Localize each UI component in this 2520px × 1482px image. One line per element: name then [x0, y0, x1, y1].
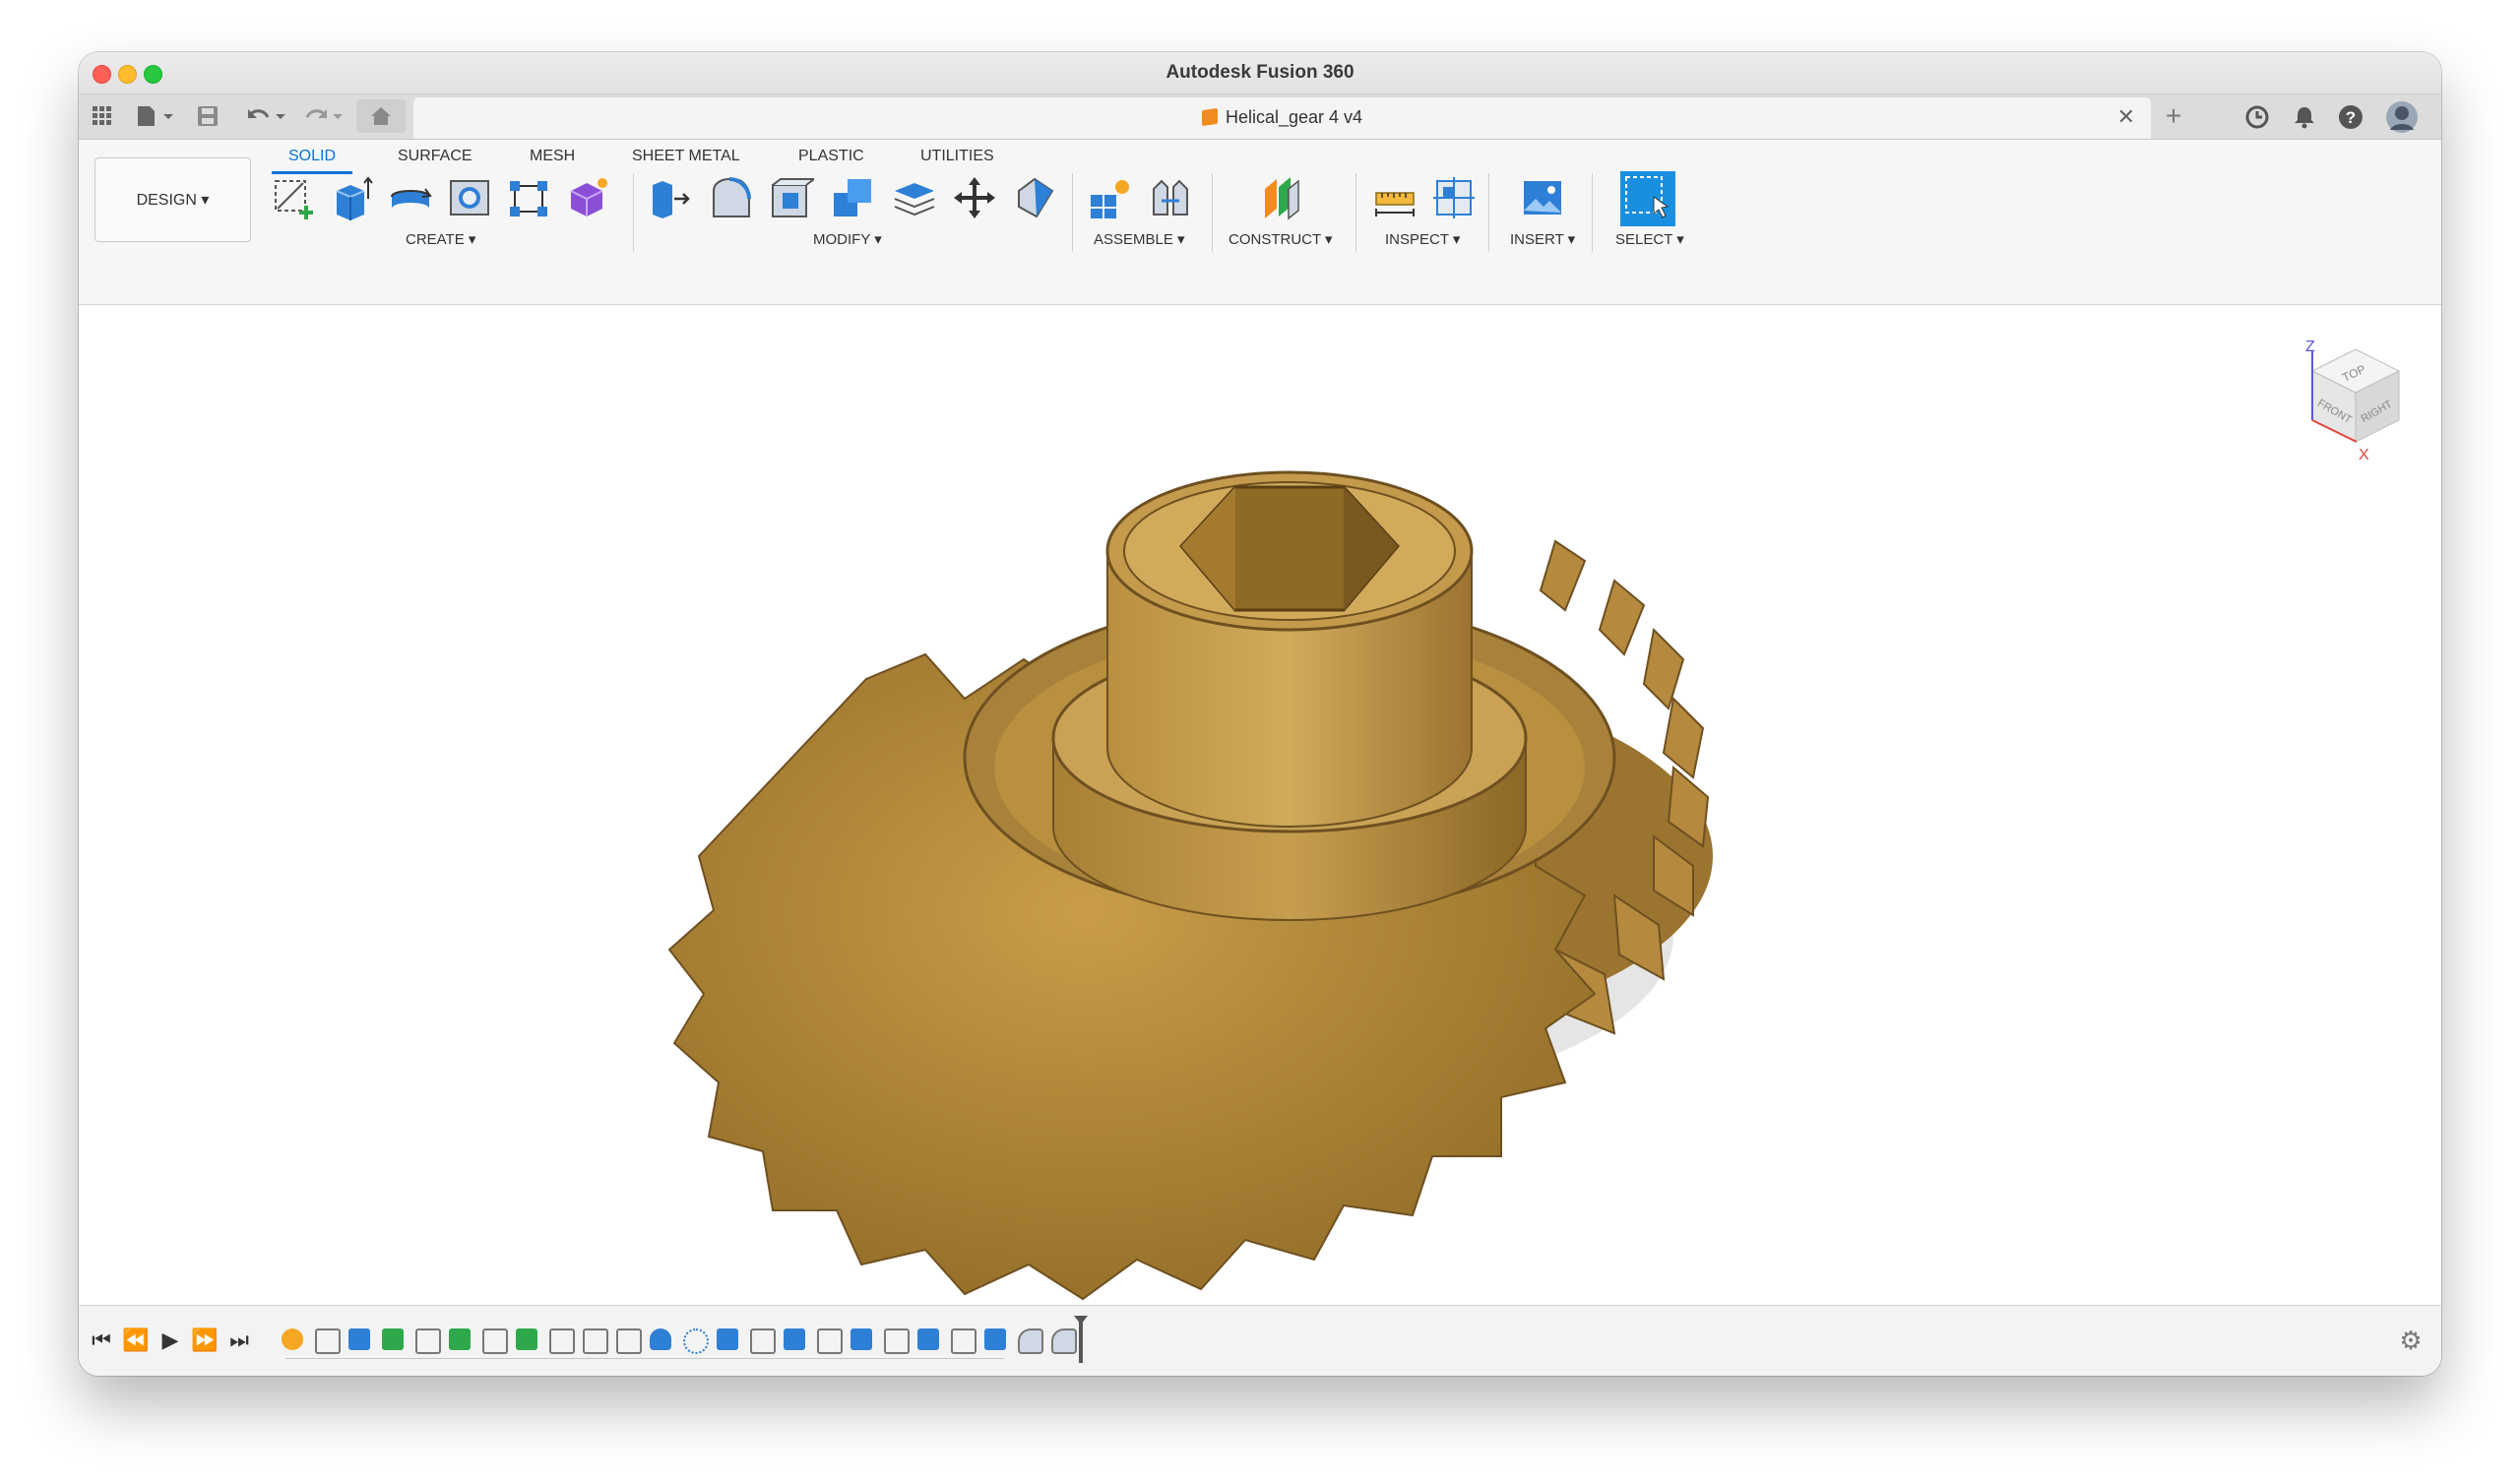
move-copy-icon[interactable] [950, 173, 999, 222]
user-avatar[interactable] [2385, 100, 2419, 134]
home-icon[interactable] [356, 99, 406, 133]
helical-gear-model[interactable] [79, 305, 2441, 1363]
timeline-sketch-icon[interactable] [884, 1328, 910, 1354]
toolbar-separator [1072, 173, 1073, 252]
timeline-play-icon[interactable]: ▶ [158, 1328, 183, 1353]
new-tab-button[interactable]: + [2156, 102, 2191, 132]
toolbar-separator [1355, 173, 1356, 252]
timeline-sketch-icon[interactable] [951, 1328, 976, 1354]
insert-group-label[interactable]: INSERT ▾ [1510, 230, 1575, 248]
offset-plane-icon[interactable] [1257, 173, 1306, 222]
save-icon[interactable] [195, 102, 220, 130]
fusion-window: Autodesk Fusion 360 Helical_gear 4 v4 ✕ … [79, 52, 2441, 1376]
construct-group-label[interactable]: CONSTRUCT ▾ [1228, 230, 1333, 248]
workspace-switcher-button[interactable]: DESIGN ▾ [94, 157, 251, 242]
document-icon [1201, 107, 1218, 127]
assemble-group-label[interactable]: ASSEMBLE ▾ [1094, 230, 1185, 248]
timeline-loft-icon[interactable] [650, 1328, 671, 1350]
timeline-pattern-icon[interactable] [683, 1328, 709, 1354]
timeline-marker[interactable] [1074, 1316, 1088, 1363]
measure-icon[interactable] [1370, 173, 1419, 222]
section-analysis-icon[interactable] [1429, 173, 1479, 222]
timeline-sketch-icon[interactable] [482, 1328, 508, 1354]
press-pull-icon[interactable] [645, 173, 694, 222]
timeline-start-icon[interactable]: ⏮ [89, 1328, 114, 1353]
app-bar: Helical_gear 4 v4 ✕ + ? [79, 94, 2441, 140]
rectangular-pattern-icon[interactable] [504, 173, 553, 222]
close-tab-icon[interactable]: ✕ [2117, 104, 2135, 130]
redo-icon[interactable] [301, 102, 346, 130]
svg-text:?: ? [2346, 108, 2356, 127]
timeline-track[interactable] [285, 1358, 1004, 1359]
timeline-extrude-icon[interactable] [784, 1328, 805, 1350]
create-form-icon[interactable] [563, 173, 612, 222]
change-parameters-icon[interactable] [1011, 173, 1060, 222]
extrude-icon[interactable] [327, 173, 376, 222]
timeline-sketch-icon[interactable] [549, 1328, 575, 1354]
tab-surface[interactable]: SURFACE [398, 148, 472, 165]
data-panel-grid-icon[interactable] [89, 102, 116, 130]
select-tool-icon[interactable] [1620, 171, 1675, 226]
create-sketch-icon[interactable] [268, 173, 317, 222]
document-tab-title: Helical_gear 4 v4 [1225, 107, 1363, 127]
tab-plastic[interactable]: PLASTIC [798, 148, 864, 165]
insert-canvas-icon[interactable] [1518, 173, 1567, 222]
joint-icon[interactable] [1146, 173, 1195, 222]
timeline-extrude-icon[interactable] [917, 1328, 939, 1350]
timeline-plane-icon[interactable] [516, 1328, 537, 1350]
help-icon[interactable]: ? [2338, 104, 2363, 130]
tab-solid[interactable]: SOLID [288, 148, 336, 165]
tab-utilities[interactable]: UTILITIES [920, 148, 994, 165]
timeline-fillet-icon[interactable] [1018, 1328, 1043, 1354]
timeline-combine-icon[interactable] [717, 1328, 738, 1350]
file-menu-icon[interactable] [134, 102, 177, 130]
toolbar-separator [633, 173, 634, 252]
timeline-component-icon[interactable] [282, 1328, 303, 1350]
timeline-fillet-icon[interactable] [1051, 1328, 1077, 1354]
3d-viewport[interactable]: TOP FRONT RIGHT Z X [79, 305, 2441, 1363]
notifications-bell-icon[interactable] [2292, 104, 2317, 130]
timeline-extrude-icon[interactable] [984, 1328, 1006, 1350]
shell-icon[interactable] [767, 173, 816, 222]
create-group-label[interactable]: CREATE ▾ [406, 230, 475, 248]
hole-icon[interactable] [445, 173, 494, 222]
timeline-end-icon[interactable]: ⏭ [226, 1328, 252, 1353]
revolve-icon[interactable] [386, 173, 435, 222]
window-title: Autodesk Fusion 360 [1166, 62, 1354, 83]
timeline-extrude-icon[interactable] [348, 1328, 370, 1350]
fillet-icon[interactable] [706, 173, 755, 222]
timeline-step-forward-icon[interactable]: ⏩ [191, 1328, 218, 1353]
timeline-extrude-icon[interactable] [850, 1328, 872, 1350]
timeline-sketch-icon[interactable] [315, 1328, 341, 1354]
job-status-icon[interactable] [2244, 104, 2270, 130]
timeline-step-back-icon[interactable]: ⏪ [122, 1328, 149, 1353]
toolbar-separator [1592, 173, 1593, 252]
timeline-sketch-icon[interactable] [583, 1328, 608, 1354]
combine-icon[interactable] [828, 173, 877, 222]
timeline-plane-icon[interactable] [449, 1328, 471, 1350]
select-group-label[interactable]: SELECT ▾ [1615, 230, 1684, 248]
tab-mesh[interactable]: MESH [530, 148, 575, 165]
document-tab[interactable]: Helical_gear 4 v4 ✕ [413, 97, 2151, 139]
ribbon-toolbar: DESIGN ▾ SOLID SURFACE MESH SHEET METAL … [79, 140, 2441, 305]
timeline-plane-icon[interactable] [382, 1328, 404, 1350]
inspect-group-label[interactable]: INSPECT ▾ [1385, 230, 1460, 248]
timeline-sketch-icon[interactable] [817, 1328, 843, 1354]
timeline-settings-gear-icon[interactable]: ⚙ [2398, 1328, 2424, 1353]
timeline-sketch-icon[interactable] [415, 1328, 441, 1354]
tab-sheet-metal[interactable]: SHEET METAL [632, 148, 740, 165]
toolbar-separator [1212, 173, 1213, 252]
title-bar: Autodesk Fusion 360 [79, 52, 2441, 94]
timeline-sketch-icon[interactable] [750, 1328, 776, 1354]
toolbar-separator [1488, 173, 1489, 252]
timeline: ⏮ ⏪ ▶ ⏩ ⏭ ⚙ [79, 1305, 2441, 1376]
new-component-icon[interactable] [1085, 173, 1134, 222]
offset-face-icon[interactable] [889, 173, 938, 222]
modify-group-label[interactable]: MODIFY ▾ [813, 230, 882, 248]
undo-icon[interactable] [244, 102, 289, 130]
timeline-sketch-icon[interactable] [616, 1328, 642, 1354]
